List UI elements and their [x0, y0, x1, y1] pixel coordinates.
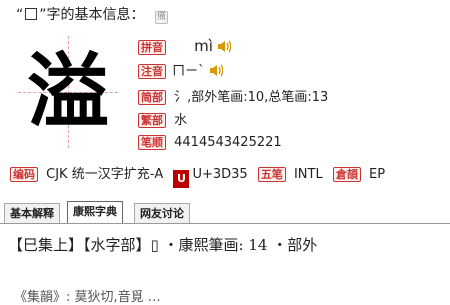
zhuyin-label: 注音 [138, 64, 166, 79]
unicode-value: U+3D35 [192, 167, 248, 182]
zhuyin-row: 注音 ㄇㄧˋ [138, 60, 223, 79]
wubi-value: INTL [293, 167, 323, 182]
traditional-badge[interactable]: 備 [154, 11, 168, 24]
stroke-order-label: 笔顺 [138, 135, 166, 150]
pinyin-value: mì [194, 37, 213, 55]
kangxi-header-line: 【巳集上】【水字部】▯ ・康熙筆画: 14 ・部外 [8, 236, 318, 254]
tab-bar: 基本解释 康熙字典 网友讨论 [0, 201, 450, 224]
traditional-radical-value: 水 [174, 113, 188, 128]
unicode-logo-icon[interactable]: U [173, 170, 190, 188]
tab-basic-explanation[interactable]: 基本解释 [4, 203, 60, 223]
placeholder-box [25, 8, 38, 20]
stroke-order-row: 笔顺 4414543425221 [138, 135, 282, 150]
codes-row: 编码 CJK 统一汉字扩充-A U U+3D35 五笔 INTL 倉頡 EP [10, 163, 391, 188]
simplified-radical-label: 简部 [138, 90, 166, 105]
traditional-radical-label: 繁部 [138, 113, 166, 128]
speaker-icon[interactable] [217, 40, 232, 53]
stroke-order-value: 4414543425221 [174, 135, 282, 150]
wubi-label: 五笔 [257, 167, 286, 182]
simplified-radical-row: 简部 氵,部外笔画:10,总笔画:13 [138, 86, 328, 105]
tab-kangxi-dictionary[interactable]: 康熙字典 [67, 201, 123, 223]
tab-user-discussion[interactable]: 网友讨论 [134, 203, 190, 223]
encoding-label: 编码 [10, 167, 38, 182]
speaker-icon[interactable] [209, 64, 223, 77]
char-info-title: “”字的基本信息： 備 [16, 7, 168, 24]
big-character: 溢 [26, 44, 109, 140]
cangjie-label: 倉頡 [332, 167, 361, 182]
traditional-radical-row: 繁部 水 [138, 109, 187, 128]
cangjie-value: EP [368, 167, 386, 182]
encoding-value: CJK 统一汉字扩充-A [46, 167, 164, 182]
kangxi-text-line: 《集韻》: 莫狄切,音覓 … [14, 290, 161, 305]
simplified-radical-value: 氵,部外笔画:10,总笔画:13 [174, 90, 329, 105]
pinyin-row: 拼音 mì [138, 37, 232, 55]
zhuyin-value: ㄇㄧˋ [172, 64, 205, 79]
pinyin-label: 拼音 [138, 40, 166, 55]
big-character-panel: 溢 [18, 36, 118, 148]
